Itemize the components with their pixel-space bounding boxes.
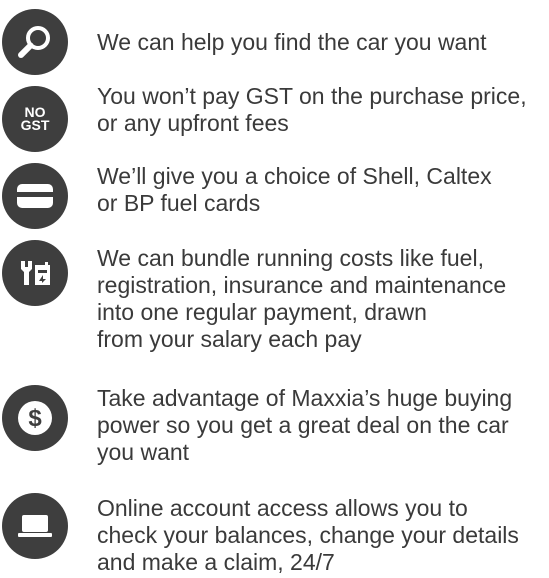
feature-text: We’ll give you a choice of Shell, Caltex… <box>97 163 492 216</box>
laptop-icon <box>2 493 68 559</box>
fuel-card-icon <box>2 163 68 229</box>
feature-text: Online account access allows you to chec… <box>97 495 519 575</box>
maintenance-icon <box>2 240 68 306</box>
search-icon <box>2 9 68 75</box>
feature-text: We can bundle running costs like fuel, r… <box>97 245 507 352</box>
feature-text: You won’t pay GST on the purchase price,… <box>97 83 527 136</box>
feature-text: Take advantage of Maxxia’s huge buying p… <box>97 385 513 465</box>
svg-text:$: $ <box>28 405 42 432</box>
no-gst-icon: NO GST <box>2 86 68 152</box>
feature-text: We can help you find the car you want <box>97 29 487 55</box>
dollar-icon: $ <box>2 385 68 451</box>
